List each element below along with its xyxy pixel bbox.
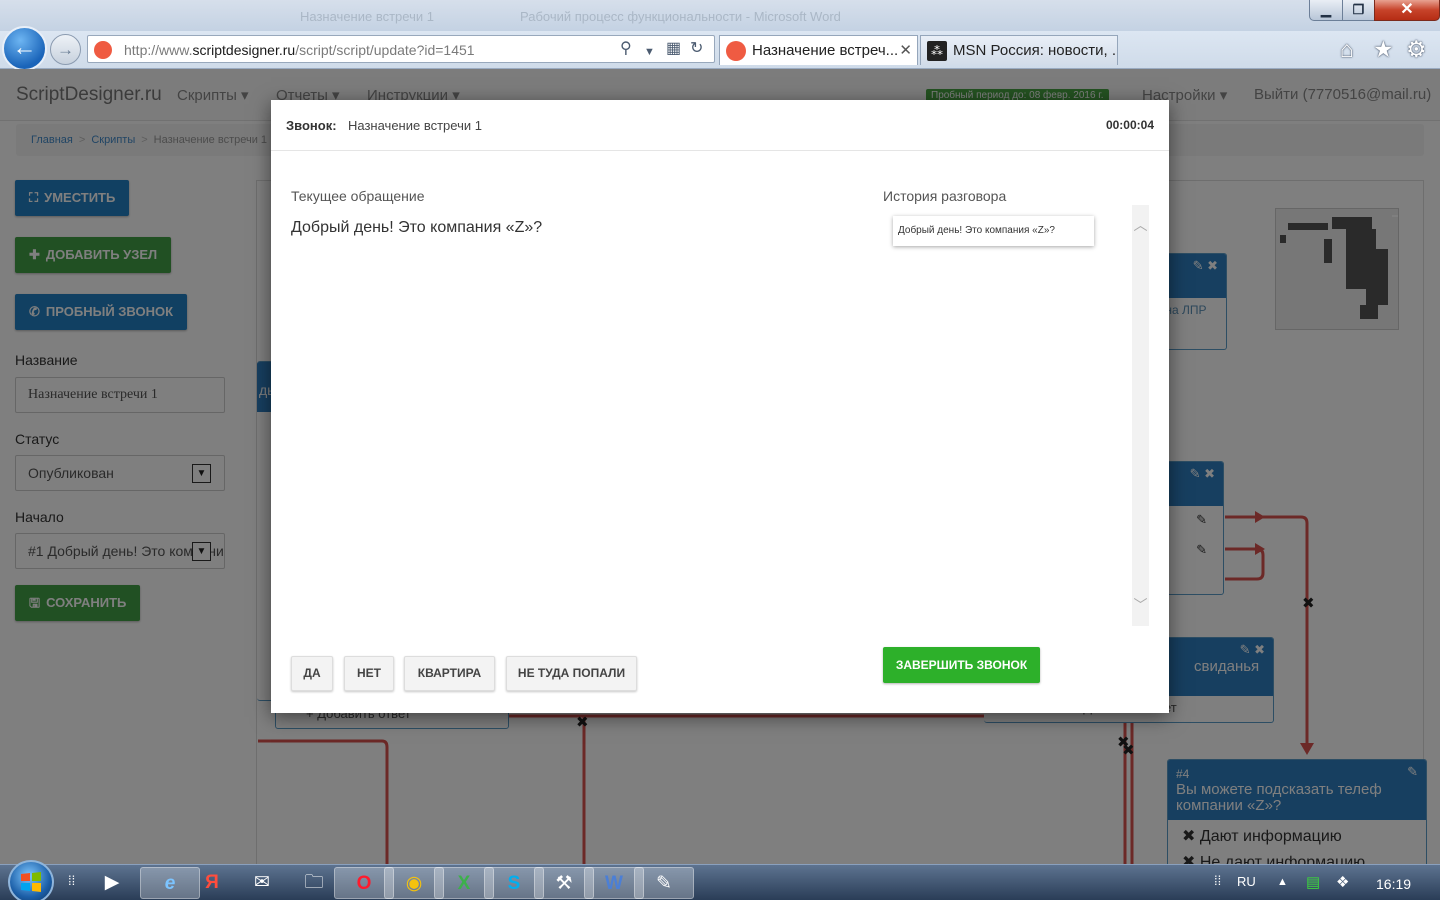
modal-header: Звонок: Назначение встречи 1 00:00:04 (271, 100, 1169, 151)
clock[interactable]: 16:19 (1376, 876, 1411, 892)
site-favicon-icon (726, 41, 746, 61)
url-text[interactable]: http://www.scriptdesigner.ru/script/scri… (124, 42, 475, 58)
window-title-ghost-right: Рабочий процесс функциональности - Micro… (520, 9, 841, 24)
windows-logo-icon (21, 872, 41, 892)
window-title-ghost-left: Назначение встречи 1 (300, 9, 434, 24)
browser-navigation-bar: ← → http://www.scriptdesigner.ru/script/… (0, 26, 1440, 71)
tab-active[interactable]: Назначение встреч... ✕ (719, 35, 918, 65)
call-title: Назначение встречи 1 (348, 118, 482, 133)
window-title-bar: Назначение встречи 1 Рабочий процесс фун… (0, 0, 1440, 31)
language-indicator[interactable]: RU (1237, 874, 1256, 889)
start-button[interactable] (8, 860, 54, 900)
tab-msn[interactable]: ⁂ MSN Россия: новости, ... (920, 35, 1118, 65)
scroll-down-icon[interactable]: ﹀ (1132, 597, 1149, 614)
call-label: Звонок: (286, 118, 337, 133)
scroll-up-icon[interactable]: ︿ (1132, 217, 1149, 234)
answer-no-button[interactable]: НЕТ (344, 656, 394, 691)
compatibility-view-icon[interactable]: ▦ (666, 39, 681, 59)
show-hidden-icons-icon[interactable]: ▲ (1277, 876, 1288, 888)
grip-icon: ⁞⁞ (1214, 873, 1222, 888)
close-tab-icon[interactable]: ✕ (899, 41, 912, 59)
mail-icon[interactable]: ✉ (232, 867, 292, 899)
dropdown-arrow-icon[interactable]: ▼ (644, 42, 655, 62)
star-icon[interactable]: ★ (1373, 36, 1394, 63)
network-icon[interactable]: ❖ (1336, 873, 1349, 891)
msn-favicon-icon: ⁂ (927, 41, 947, 61)
search-icon[interactable]: ⚲ (620, 39, 632, 59)
desktop-screen: Назначение встречи 1 Рабочий процесс фун… (0, 0, 1440, 900)
back-arrow-icon: ← (12, 34, 37, 61)
call-modal: Звонок: Назначение встречи 1 00:00:04 Те… (271, 100, 1169, 713)
tray-app-icon[interactable]: ▤ (1306, 873, 1320, 891)
minimize-button[interactable]: ▁ (1309, 0, 1343, 21)
answer-apartment-button[interactable]: КВАРТИРА (404, 656, 495, 691)
gear-icon[interactable]: ⚙ (1406, 36, 1427, 63)
history-label: История разговора (883, 188, 1007, 204)
site-favicon-icon (94, 41, 112, 59)
address-bar[interactable]: http://www.scriptdesigner.ru/script/scri… (87, 35, 715, 63)
history-scrollbar[interactable]: ︿ ﹀ (1132, 205, 1149, 626)
forward-button[interactable]: → (50, 34, 81, 65)
tab-title: MSN Россия: новости, ... (953, 42, 1118, 59)
current-request-text: Добрый день! Это компания «Z»? (291, 219, 543, 236)
call-timer: 00:00:04 (1105, 118, 1154, 132)
current-request-label: Текущее обращение (291, 188, 425, 204)
refresh-icon[interactable]: ↻ (690, 39, 703, 59)
tab-title: Назначение встреч... (752, 42, 899, 59)
end-call-button[interactable]: ЗАВЕРШИТЬ ЗВОНОК (883, 647, 1040, 683)
maximize-button[interactable]: ❐ (1342, 0, 1375, 21)
forward-arrow-icon: → (57, 40, 74, 59)
answer-wrong-number-button[interactable]: НЕ ТУДА ПОПАЛИ (506, 656, 637, 691)
history-item: Добрый день! Это компания «Z»? (893, 216, 1094, 246)
video-player-icon[interactable]: ▶ (82, 867, 142, 899)
home-icon[interactable]: ⌂ (1340, 36, 1354, 63)
windows-taskbar: ⁞⁞ ▶ e Я ✉ 🗀 O ◉ X S ⚒ W ✎ ⁞⁞ RU ▲ ▤ ❖ 1… (0, 860, 1440, 900)
close-window-button[interactable]: ✕ (1374, 0, 1440, 21)
grip-icon: ⁞⁞ (68, 873, 76, 888)
history-panel: Добрый день! Это компания «Z»? ︿ ﹀ (883, 205, 1149, 626)
notepad-icon[interactable]: ✎ (634, 867, 694, 899)
answer-yes-button[interactable]: ДА (291, 656, 333, 691)
back-button[interactable]: ← (2, 26, 47, 71)
